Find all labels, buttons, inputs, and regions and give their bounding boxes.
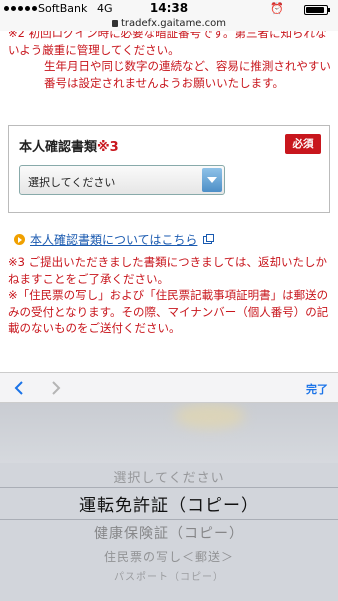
picker-option[interactable]: パスポート（コピー） (0, 568, 338, 583)
docs-notice-line1: ※3 ご提出いただきました書類につきましては、返却いたしかねますことをご了承くだ… (8, 255, 328, 286)
pin-notice-line2: 生年月日や同じ数字の連続など、容易に推測されやすい番号は設定されませんようお願い… (44, 59, 331, 90)
battery-icon (304, 5, 330, 15)
input-accessory-toolbar: 完了 (0, 372, 338, 403)
required-badge: 必須 (285, 134, 321, 154)
web-page: ※2 初回ログイン時に必要な暗証番号です。第三者に知られないよう厳重に管理してく… (0, 31, 338, 372)
picker-blur-background (0, 403, 338, 463)
id-docs-section: 本人確認書類※3 必須 選択してください (8, 125, 330, 213)
docs-notice: ※3 ご提出いただきました書類につきましては、返却いたしかねますことをご了承くだ… (8, 254, 334, 337)
picker-selection-line (0, 519, 338, 520)
alarm-clock-icon: ⏰ (270, 2, 284, 15)
picker-option-selected[interactable]: 運転免許証（コピー） (0, 491, 338, 516)
id-docs-info-link[interactable]: 本人確認書類についてはこちら (14, 231, 215, 248)
chevron-left-icon[interactable] (13, 381, 25, 395)
picker-blur-highlight (175, 403, 245, 429)
pin-notice-line1: ※2 初回ログイン時に必要な暗証番号です。第三者に知られないよう厳重に管理してく… (8, 31, 327, 57)
external-window-icon (203, 233, 215, 244)
done-button[interactable]: 完了 (306, 381, 328, 397)
id-docs-mark: ※3 (97, 140, 119, 155)
id-docs-select[interactable]: 選択してください (19, 165, 225, 195)
picker-option[interactable]: 住民票の写し＜郵送＞ (0, 548, 338, 565)
chevron-right-icon[interactable] (50, 381, 62, 395)
battery-level (306, 7, 324, 13)
id-docs-title-text: 本人確認書類 (19, 140, 98, 155)
arrow-circle-icon (14, 234, 25, 245)
id-docs-title: 本人確認書類※3 (19, 136, 119, 155)
picker-selection-line (0, 487, 338, 488)
lock-icon (111, 20, 118, 27)
clock: 14:38 (149, 1, 189, 15)
address-bar[interactable]: tradefx.gaitame.com (0, 19, 338, 31)
pin-notice: ※2 初回ログイン時に必要な暗証番号です。第三者に知られないよう厳重に管理してく… (8, 31, 334, 91)
option-picker[interactable]: 選択してください 運転免許証（コピー） 健康保険証（コピー） 住民票の写し＜郵送… (0, 403, 338, 601)
chevron-down-icon (202, 168, 222, 192)
picker-option[interactable]: 健康保険証（コピー） (0, 523, 338, 543)
url-text: tradefx.gaitame.com (120, 18, 226, 29)
picker-option[interactable]: 選択してください (0, 467, 338, 486)
status-bar: SoftBank 4G 14:38 ⏰ (0, 0, 338, 19)
select-value: 選択してください (28, 176, 116, 189)
id-docs-info-link-text: 本人確認書類についてはこちら (30, 233, 198, 247)
docs-notice-line2: ※「住民票の写し」および「住民票記載事項証明書」は郵送のみの受付となります。その… (8, 288, 329, 335)
